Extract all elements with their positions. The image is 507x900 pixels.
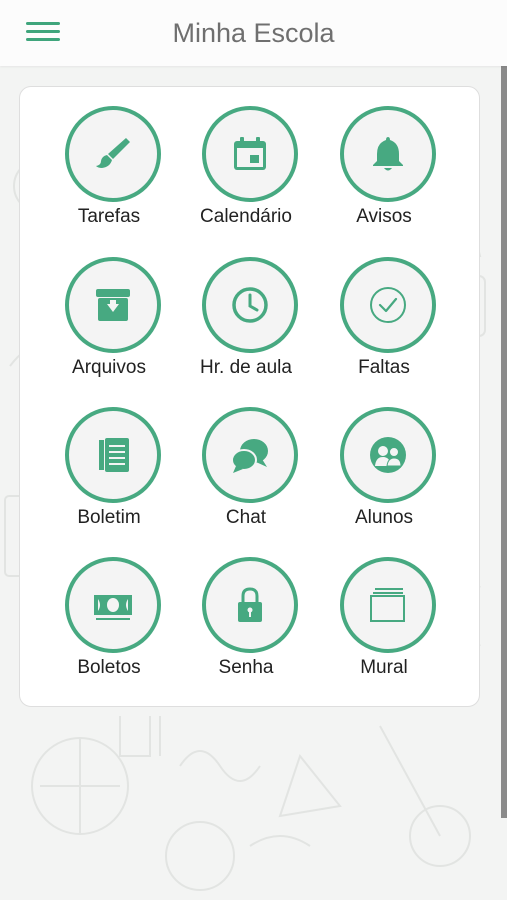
stacked-boards-icon: [370, 588, 405, 622]
menu-item-label: Chat: [225, 507, 267, 528]
menu-item-label: Faltas: [358, 357, 410, 378]
menu-item-chat[interactable]: Chat: [179, 407, 319, 547]
students-icon: [370, 437, 406, 473]
scrollbar[interactable]: [501, 66, 507, 818]
menu-item-mural[interactable]: Mural: [317, 557, 457, 697]
padlock-icon: [238, 587, 262, 622]
menu-grid: Tarefas Calendário Avisos Arquivos Hr. d…: [20, 87, 479, 706]
clock-icon: [232, 287, 268, 323]
menu-item-circle: [202, 106, 298, 202]
menu-item-hr-de-aula[interactable]: Hr. de aula: [179, 257, 319, 397]
menu-item-circle: [65, 106, 161, 202]
paintbrush-icon: [96, 138, 130, 168]
menu-item-label: Boletos: [77, 657, 141, 678]
menu-item-avisos[interactable]: Avisos: [317, 106, 457, 246]
calendar-icon: [234, 137, 266, 170]
menu-item-circle: [202, 257, 298, 353]
chat-bubbles-icon: [231, 439, 268, 473]
menu-item-label: Hr. de aula: [200, 357, 292, 378]
menu-item-senha[interactable]: Senha: [179, 557, 319, 697]
menu-item-circle: [340, 106, 436, 202]
menu-item-label: Calendário: [200, 206, 292, 227]
menu-item-label: Alunos: [354, 507, 414, 528]
menu-item-boletos[interactable]: Boletos: [42, 557, 182, 697]
report-card-icon: [99, 438, 129, 472]
page-title: Minha Escola: [172, 18, 335, 48]
app-header: Minha Escola: [0, 0, 507, 66]
menu-item-calendario[interactable]: Calendário: [179, 106, 319, 246]
menu-item-circle: [202, 407, 298, 503]
menu-item-circle: [340, 257, 436, 353]
banknote-icon: [94, 595, 132, 620]
menu-item-circle: [202, 557, 298, 653]
archive-box-icon: [96, 289, 130, 321]
menu-item-circle: [65, 257, 161, 353]
menu-item-tarefas[interactable]: Tarefas: [42, 106, 182, 246]
menu-item-label: Tarefas: [77, 206, 141, 227]
menu-card: Tarefas Calendário Avisos Arquivos Hr. d…: [19, 86, 480, 707]
menu-item-circle: [340, 407, 436, 503]
menu-item-boletim[interactable]: Boletim: [42, 407, 182, 547]
menu-item-circle: [65, 407, 161, 503]
menu-item-circle: [65, 557, 161, 653]
menu-item-alunos[interactable]: Alunos: [317, 407, 457, 547]
menu-item-arquivos[interactable]: Arquivos: [42, 257, 182, 397]
check-circle-icon: [370, 287, 406, 323]
menu-item-label: Senha: [218, 657, 274, 678]
menu-item-label: Avisos: [356, 206, 412, 227]
app-screen: Minha Escola Tarefas Calendário Avisos A…: [0, 0, 507, 900]
menu-item-label: Boletim: [77, 507, 141, 528]
menu-item-faltas[interactable]: Faltas: [317, 257, 457, 397]
bell-icon: [373, 137, 403, 171]
menu-item-circle: [340, 557, 436, 653]
menu-item-label: Mural: [360, 657, 408, 678]
menu-item-label: Arquivos: [72, 357, 146, 378]
